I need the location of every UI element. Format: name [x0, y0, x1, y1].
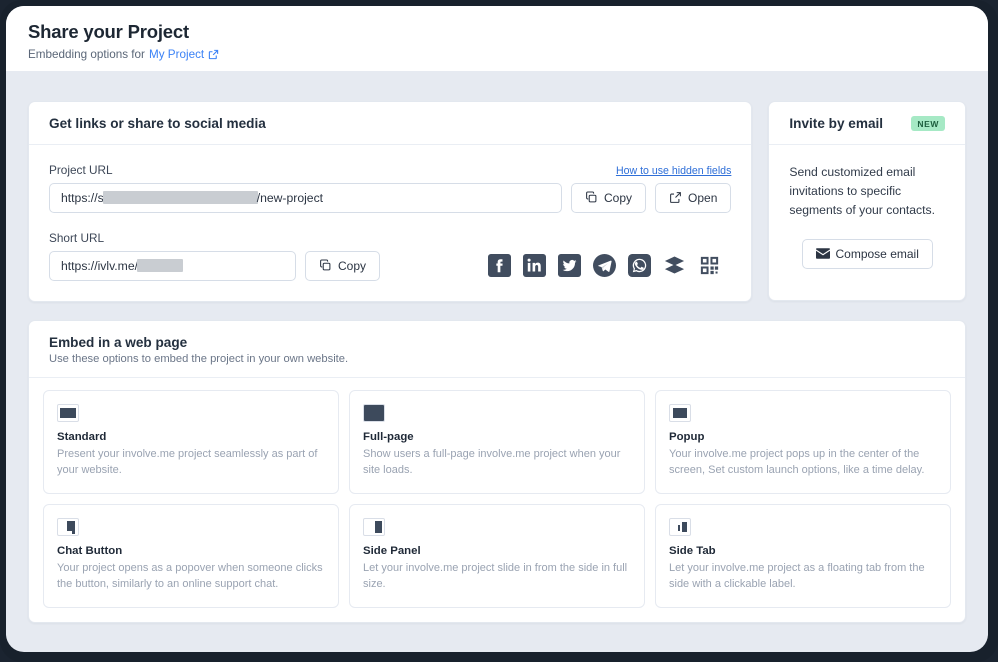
project-link[interactable]: My Project — [149, 48, 204, 61]
open-project-url-button[interactable]: Open — [655, 183, 731, 213]
embed-option-chat-button[interactable]: Chat Button Your project opens as a popo… — [43, 504, 339, 608]
embed-option-standard[interactable]: Standard Present your involve.me project… — [43, 390, 339, 494]
copy-short-url-label: Copy — [338, 259, 366, 273]
embed-card-title: Embed in a web page — [49, 335, 945, 350]
embed-option-description: Your involve.me project pops up in the c… — [669, 447, 936, 478]
hidden-fields-help-link[interactable]: How to use hidden fields — [616, 165, 731, 177]
short-url-prefix: https://ivlv.me/ — [61, 259, 138, 273]
compose-email-wrap: Compose email — [789, 239, 945, 269]
embed-option-description: Present your involve.me project seamless… — [57, 447, 324, 478]
links-card-header: Get links or share to social media — [29, 102, 751, 145]
embed-option-description: Your project opens as a popover when som… — [57, 561, 324, 592]
external-link-icon — [669, 191, 682, 204]
envelope-icon — [816, 248, 830, 259]
twitter-icon[interactable] — [558, 254, 581, 277]
invite-card-header: Invite by email NEW — [769, 102, 965, 145]
copy-project-url-button[interactable]: Copy — [571, 183, 646, 213]
short-url-redaction — [137, 259, 183, 272]
open-project-url-label: Open — [688, 191, 717, 205]
project-url-input[interactable]: https://s/new-project — [49, 183, 562, 213]
invite-card-title: Invite by email — [789, 116, 883, 131]
invite-card-body: Send customized email invitations to spe… — [769, 145, 965, 289]
side-panel-embed-icon — [363, 518, 385, 536]
page-subtitle-prefix: Embedding options for — [28, 48, 145, 61]
embed-options-grid: Standard Present your involve.me project… — [29, 378, 965, 622]
embed-option-name: Chat Button — [57, 545, 324, 557]
status-badge: NEW — [911, 116, 945, 131]
embed-option-name: Standard — [57, 431, 324, 443]
embed-option-description: Let your involve.me project as a floatin… — [669, 561, 936, 592]
embed-card: Embed in a web page Use these options to… — [28, 320, 966, 623]
app-viewport: Share your Project Embedding options for… — [6, 6, 988, 652]
copy-short-url-button[interactable]: Copy — [305, 251, 380, 281]
links-card: Get links or share to social media Proje… — [28, 101, 752, 302]
page-title: Share your Project — [28, 20, 988, 45]
project-url-label-row: Project URL How to use hidden fields — [49, 163, 731, 183]
short-url-label: Short URL — [49, 231, 731, 245]
standard-embed-icon — [57, 404, 79, 422]
qr-code-icon[interactable] — [698, 254, 721, 277]
embed-option-description: Show users a full-page involve.me projec… — [363, 447, 630, 478]
short-url-input-group: https://ivlv.me/ Copy — [49, 251, 380, 281]
whatsapp-icon[interactable] — [628, 254, 651, 277]
embed-option-name: Full-page — [363, 431, 630, 443]
project-url-redaction — [103, 191, 258, 204]
project-url-label: Project URL — [49, 163, 113, 177]
telegram-icon[interactable] — [593, 254, 616, 277]
buffer-icon[interactable] — [663, 254, 686, 277]
page-subtitle: Embedding options for My Project — [28, 48, 988, 61]
project-url-row: https://s/new-project Copy — [49, 183, 731, 213]
copy-icon — [319, 259, 332, 272]
popup-embed-icon — [669, 404, 691, 422]
embed-option-name: Side Panel — [363, 545, 630, 557]
embed-option-side-panel[interactable]: Side Panel Let your involve.me project s… — [349, 504, 645, 608]
short-url-input[interactable]: https://ivlv.me/ — [49, 251, 296, 281]
project-url-prefix: https://s — [61, 191, 104, 205]
embed-option-full-page[interactable]: Full-page Show users a full-page involve… — [349, 390, 645, 494]
invite-description: Send customized email invitations to spe… — [789, 163, 945, 220]
short-url-row: https://ivlv.me/ Copy — [49, 251, 731, 281]
side-tab-embed-icon — [669, 518, 691, 536]
page-header: Share your Project Embedding options for… — [6, 6, 988, 71]
compose-email-button[interactable]: Compose email — [802, 239, 933, 269]
embed-option-side-tab[interactable]: Side Tab Let your involve.me project as … — [655, 504, 951, 608]
copy-icon — [585, 191, 598, 204]
embed-option-description: Let your involve.me project slide in fro… — [363, 561, 630, 592]
device-frame: Share your Project Embedding options for… — [0, 0, 998, 662]
external-link-icon[interactable] — [208, 49, 219, 60]
invite-card: Invite by email NEW Send customized emai… — [768, 101, 966, 301]
page-body: Get links or share to social media Proje… — [6, 71, 988, 652]
embed-card-header: Embed in a web page Use these options to… — [29, 321, 965, 378]
links-card-body: Project URL How to use hidden fields htt… — [29, 145, 751, 301]
linkedin-icon[interactable] — [523, 254, 546, 277]
top-row: Get links or share to social media Proje… — [28, 101, 966, 302]
fullpage-embed-icon — [363, 404, 385, 422]
compose-email-label: Compose email — [836, 247, 919, 261]
embed-option-name: Popup — [669, 431, 936, 443]
embed-option-popup[interactable]: Popup Your involve.me project pops up in… — [655, 390, 951, 494]
embed-card-subtitle: Use these options to embed the project i… — [49, 353, 945, 365]
copy-project-url-label: Copy — [604, 191, 632, 205]
social-share-row — [488, 254, 731, 277]
project-url-suffix: /new-project — [257, 191, 323, 205]
chat-button-embed-icon — [57, 518, 79, 536]
embed-option-name: Side Tab — [669, 545, 936, 557]
links-card-title: Get links or share to social media — [49, 116, 266, 131]
facebook-icon[interactable] — [488, 254, 511, 277]
